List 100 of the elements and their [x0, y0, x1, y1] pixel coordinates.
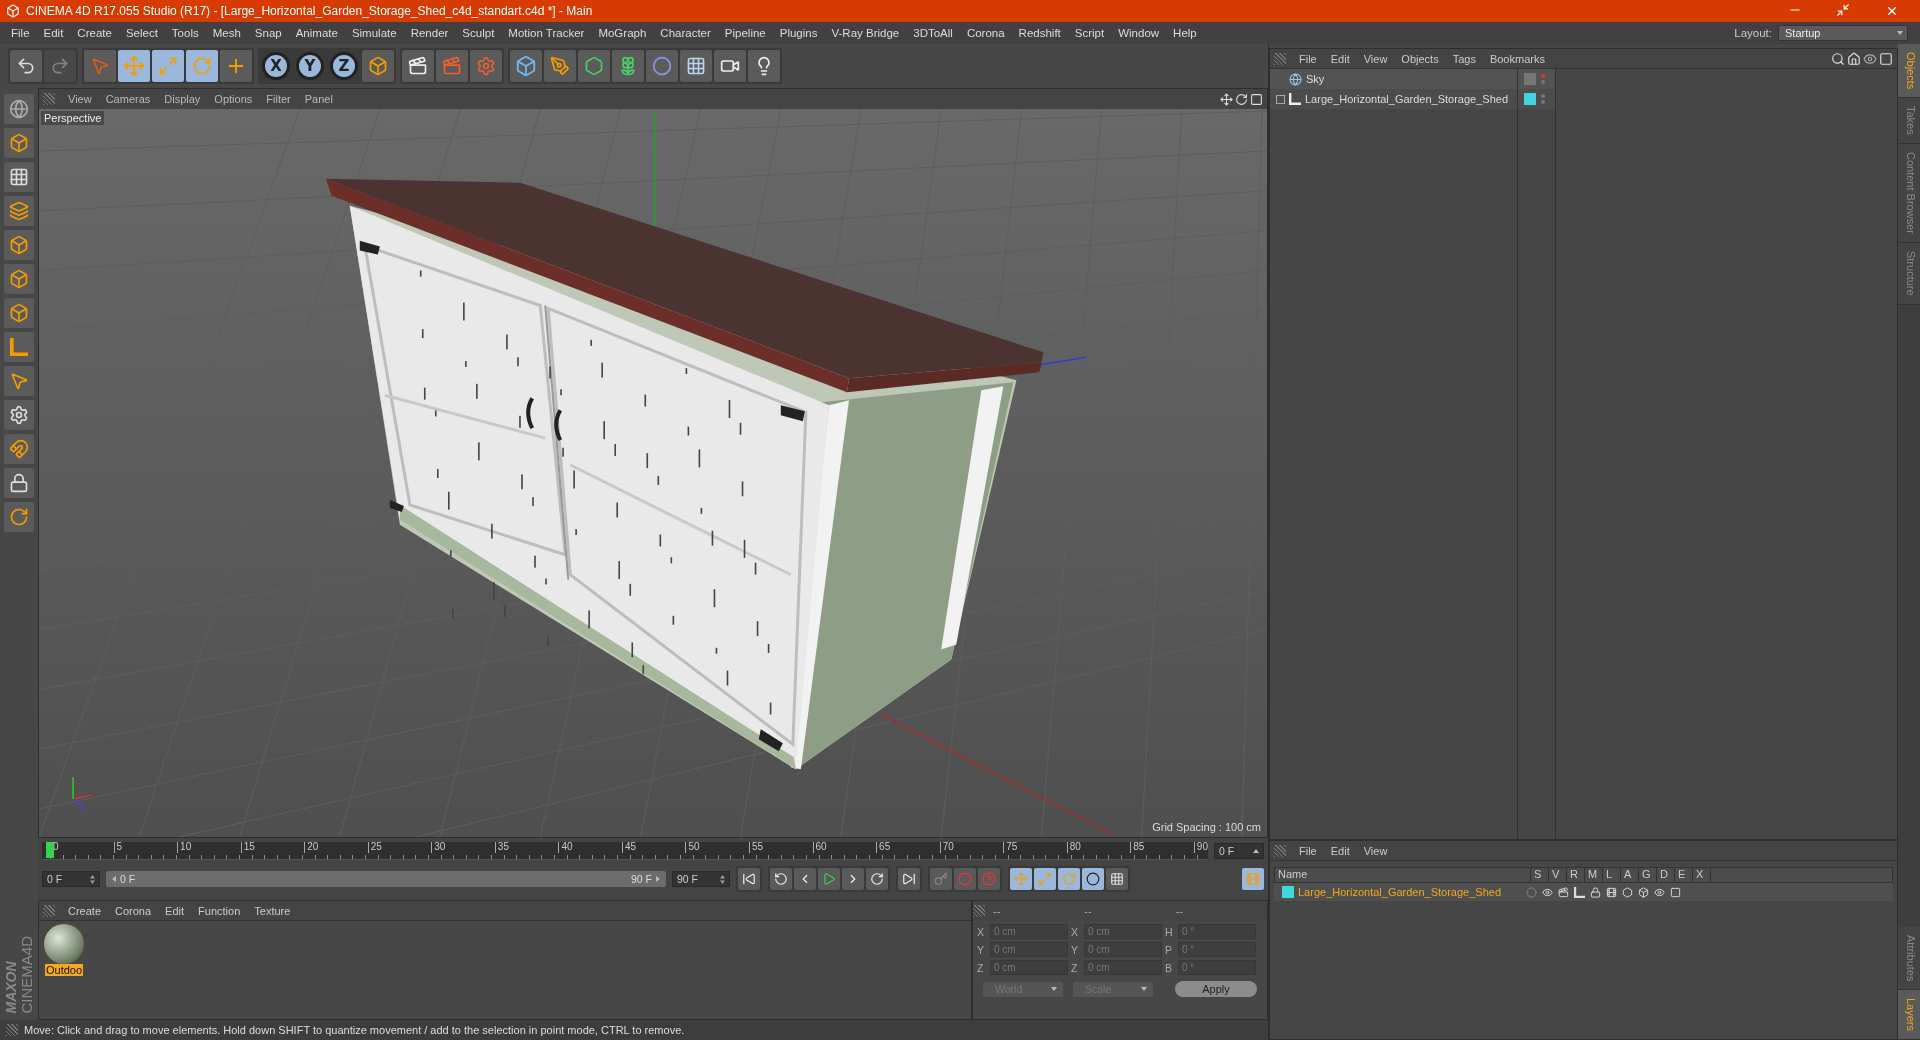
side-tool-button[interactable]	[4, 128, 34, 158]
camera-button[interactable]	[714, 50, 746, 82]
render-view-button[interactable]	[402, 50, 434, 82]
restore-icon[interactable]	[1836, 3, 1850, 17]
menu-item[interactable]: Mesh	[205, 27, 248, 39]
menu-item[interactable]: File	[4, 27, 37, 39]
visibility-dots[interactable]	[1541, 74, 1545, 84]
prev-frame-button[interactable]	[794, 868, 816, 890]
layer-row[interactable]: Large_Horizontal_Garden_Storage_Shed	[1274, 883, 1893, 901]
eye-icon[interactable]	[1863, 51, 1877, 66]
key-points-button[interactable]	[1106, 868, 1128, 890]
side-tool-button[interactable]	[4, 434, 34, 464]
prev-key-button[interactable]	[770, 868, 792, 890]
start-frame-field[interactable]: 0 F	[42, 871, 100, 887]
history-button[interactable]	[10, 50, 42, 82]
menu-item[interactable]: MoGraph	[591, 27, 654, 39]
coordinate-system-button[interactable]	[362, 50, 394, 82]
home-icon[interactable]	[1847, 51, 1861, 66]
menu-item[interactable]: Edit	[36, 27, 71, 39]
object-menu-item[interactable]: Bookmarks	[1482, 52, 1552, 65]
side-tool-button[interactable]	[4, 468, 34, 498]
pen-button[interactable]	[544, 50, 576, 82]
menu-item[interactable]: Create	[70, 27, 119, 39]
axis-lock-button[interactable]: X	[262, 52, 290, 80]
object-menu-item[interactable]: Tags	[1445, 52, 1483, 65]
last-frame-button[interactable]	[898, 868, 920, 890]
side-tool-button[interactable]	[4, 366, 34, 396]
axis-lock-button[interactable]: Y	[296, 52, 324, 80]
side-tool-button[interactable]	[4, 502, 34, 532]
menu-item[interactable]: Corona	[959, 27, 1012, 39]
move-icon[interactable]	[1220, 92, 1233, 106]
menu-item[interactable]: Sculpt	[455, 27, 502, 39]
floor-button[interactable]	[680, 50, 712, 82]
object-row[interactable]: Large_Horizontal_Garden_Storage_Shed	[1270, 89, 1517, 109]
menu-item[interactable]: Redshift	[1011, 27, 1068, 39]
record-button[interactable]	[954, 868, 976, 890]
layer-color-swatch[interactable]	[1524, 93, 1536, 105]
play-button[interactable]	[818, 868, 840, 890]
end-frame-field[interactable]: 90 F	[672, 871, 730, 887]
menu-item[interactable]: Tools	[164, 27, 206, 39]
axis-lock-button[interactable]: Z	[330, 52, 358, 80]
auto-key-button[interactable]	[978, 868, 1000, 890]
object-row[interactable]: Sky	[1270, 69, 1517, 89]
material-menu-item[interactable]: Texture	[247, 904, 298, 917]
orbit-icon[interactable]	[1235, 92, 1248, 106]
material-name[interactable]: Outdoo	[44, 964, 84, 976]
object-menu-item[interactable]: Edit	[1323, 52, 1357, 65]
next-frame-button[interactable]	[842, 868, 864, 890]
object-menu-item[interactable]: View	[1356, 52, 1395, 65]
menu-item[interactable]: V-Ray Bridge	[824, 27, 907, 39]
side-tool-button[interactable]	[4, 162, 34, 192]
object-menu-item[interactable]: File	[1292, 52, 1324, 65]
material-menu-item[interactable]: Edit	[158, 904, 192, 917]
cloner-button[interactable]	[612, 50, 644, 82]
side-tab[interactable]: Objects	[1898, 44, 1920, 99]
menu-item[interactable]: Simulate	[344, 27, 404, 39]
material-menu-item[interactable]: Corona	[108, 904, 159, 917]
viewport[interactable]: Perspective Grid Spacing : 100 cm	[39, 109, 1267, 837]
render-settings-button[interactable]	[470, 50, 502, 82]
tool-button[interactable]	[84, 50, 116, 82]
layer-menu-item[interactable]: View	[1356, 844, 1395, 857]
side-tool-button[interactable]	[4, 230, 34, 260]
layout-dropdown[interactable]: Startup	[1778, 25, 1908, 41]
material-menu-item[interactable]: Create	[61, 904, 109, 917]
side-tool-button[interactable]	[4, 196, 34, 226]
object-menu-item[interactable]: Objects	[1394, 52, 1446, 65]
side-tool-button[interactable]	[4, 264, 34, 294]
material-menu-item[interactable]: Function	[191, 904, 248, 917]
viewport-menu-item[interactable]: View	[61, 93, 99, 105]
side-tool-button[interactable]	[4, 400, 34, 430]
menu-item[interactable]: Plugins	[772, 27, 825, 39]
side-tool-button[interactable]	[4, 298, 34, 328]
deformer-button[interactable]	[646, 50, 678, 82]
visibility-dots[interactable]	[1541, 94, 1545, 104]
maximize-icon[interactable]	[1250, 92, 1263, 106]
menu-item[interactable]: Character	[653, 27, 718, 39]
menu-item[interactable]: 3DToAll	[906, 27, 960, 39]
viewport-menu-item[interactable]: Display	[157, 93, 208, 105]
first-frame-button[interactable]	[738, 868, 760, 890]
side-tool-button[interactable]	[4, 332, 34, 362]
viewport-menu-item[interactable]: Panel	[297, 93, 340, 105]
new-window-icon[interactable]	[1879, 51, 1893, 66]
viewport-menu-item[interactable]: Options	[207, 93, 260, 105]
menu-item[interactable]: Animate	[288, 27, 345, 39]
menu-item[interactable]: Script	[1067, 27, 1112, 39]
key-button[interactable]	[930, 868, 952, 890]
next-key-button[interactable]	[866, 868, 888, 890]
cube-button[interactable]	[510, 50, 542, 82]
side-tab[interactable]: Layers	[1898, 989, 1920, 1040]
menu-item[interactable]: Motion Tracker	[501, 27, 592, 39]
search-icon[interactable]	[1831, 51, 1845, 66]
apply-button[interactable]: Apply	[1175, 981, 1257, 997]
viewport-menu-item[interactable]: Cameras	[98, 93, 158, 105]
layer-menu-item[interactable]: File	[1292, 844, 1324, 857]
material-preview[interactable]	[44, 924, 84, 964]
key-param-button[interactable]	[1082, 868, 1104, 890]
layer-menu-item[interactable]: Edit	[1323, 844, 1357, 857]
menu-item[interactable]: Snap	[247, 27, 289, 39]
menu-item[interactable]: Render	[403, 27, 456, 39]
menu-item[interactable]: Window	[1111, 27, 1167, 39]
